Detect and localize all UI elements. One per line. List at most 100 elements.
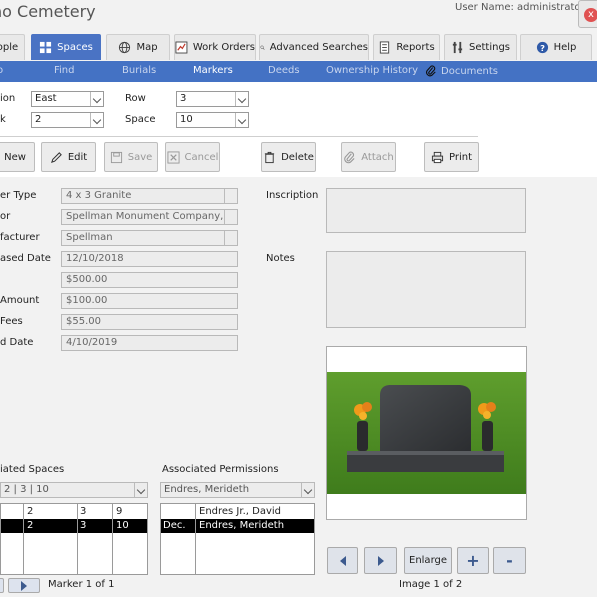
block-value: 2 — [35, 114, 42, 125]
next-record-button[interactable] — [8, 578, 40, 593]
subnav-item-documents[interactable]: Documents — [425, 65, 498, 77]
next-image-button[interactable] — [364, 547, 397, 574]
delete-label: Delete — [281, 151, 314, 163]
trash-icon — [264, 151, 275, 163]
floppy-icon — [110, 151, 122, 163]
subnav-item-find[interactable]: Find — [54, 65, 75, 76]
row-select[interactable]: 3 — [176, 91, 249, 107]
grid-divider — [23, 504, 24, 574]
subnav-item-burials[interactable]: Burials — [122, 65, 156, 76]
globe-icon — [119, 41, 131, 54]
fees-field[interactable]: $55.00 — [61, 314, 238, 330]
marker-type-value: 4 x 3 Granite — [66, 190, 132, 201]
block-label: k — [0, 114, 6, 125]
associated-permissions-select[interactable]: Endres, Merideth — [160, 482, 315, 498]
inscription-textarea[interactable] — [326, 188, 526, 233]
svg-text:?: ? — [540, 43, 545, 53]
chevron-down-icon — [235, 113, 248, 127]
cancel-label: Cancel — [184, 151, 219, 163]
print-label: Print — [448, 151, 472, 163]
tab-label: Spaces — [57, 42, 93, 53]
associated-permissions-value: Endres, Merideth — [164, 484, 250, 495]
subnav-item-info[interactable]: o — [0, 65, 3, 76]
add-image-button[interactable]: + — [457, 547, 489, 574]
notes-label: Notes — [266, 253, 295, 264]
help-icon: ? — [536, 41, 548, 54]
cancel-button[interactable]: Cancel — [165, 142, 220, 172]
edit-button[interactable]: Edit — [41, 142, 96, 172]
edit-label: Edit — [67, 151, 88, 163]
section-value: East — [35, 93, 57, 104]
marker-image — [326, 346, 527, 520]
attach-label: Attach — [361, 151, 394, 163]
tab-label: Help — [553, 42, 577, 53]
arrow-left-icon — [339, 555, 346, 566]
space-label: Space — [125, 114, 156, 125]
main-tab-bar: ople Spaces Map Work Orders Advanced Sea… — [0, 30, 597, 61]
table-cell: 3 — [80, 506, 87, 517]
new-button[interactable]: New — [0, 142, 35, 172]
associated-spaces-select[interactable]: 2 | 3 | 10 — [0, 482, 148, 498]
subnav-item-ownership-history[interactable]: Ownership History — [326, 65, 418, 76]
previous-record-button[interactable] — [0, 578, 4, 593]
save-button[interactable]: Save — [104, 142, 158, 172]
notes-textarea[interactable] — [326, 251, 526, 328]
space-select[interactable]: 10 — [176, 112, 249, 128]
block-select[interactable]: 2 — [31, 112, 104, 128]
user-name-label: User Name: administrator — [455, 2, 585, 13]
delete-button[interactable]: Delete — [261, 142, 316, 172]
amount-field[interactable]: $100.00 — [61, 293, 238, 309]
section-select[interactable]: East — [31, 91, 104, 107]
previous-image-button[interactable] — [327, 547, 358, 574]
associated-spaces-grid: 2 3 9 2 3 10 — [0, 503, 148, 575]
tab-settings[interactable]: Settings — [444, 34, 517, 60]
row-label: Row — [125, 93, 146, 104]
associated-permissions-label: Associated Permissions — [162, 464, 279, 475]
enlarge-button[interactable]: Enlarge — [404, 547, 452, 574]
table-cell: 10 — [116, 520, 129, 531]
vendor-select[interactable]: Spellman Monument Company, In — [61, 209, 238, 225]
arrow-right-icon — [377, 555, 384, 566]
attach-button[interactable]: Attach — [341, 142, 396, 172]
document-icon — [380, 41, 390, 54]
marker-type-label: er Type — [0, 190, 37, 201]
tab-label: ople — [0, 42, 19, 53]
associated-spaces-label: iated Spaces — [0, 464, 65, 475]
print-button[interactable]: Print — [424, 142, 479, 172]
image-counter: Image 1 of 2 — [399, 579, 463, 590]
table-cell: Dec. — [163, 520, 186, 531]
tab-map[interactable]: Map — [106, 34, 170, 60]
chart-icon — [175, 41, 188, 54]
tab-help[interactable]: ? Help — [520, 34, 592, 60]
grid-icon — [40, 41, 52, 54]
manufacturer-select[interactable]: Spellman — [61, 230, 238, 246]
subnav-item-deeds[interactable]: Deeds — [268, 65, 300, 76]
subnav-item-markers[interactable]: Markers — [193, 65, 233, 76]
tab-label: Reports — [396, 42, 435, 53]
tab-advanced-searches[interactable]: Advanced Searches — [259, 34, 369, 60]
table-cell: 2 — [27, 520, 34, 531]
headstone-photo — [327, 372, 526, 494]
paperclip-icon — [426, 65, 436, 77]
chevron-down-icon — [224, 189, 237, 203]
purchased-date-field[interactable]: 12/10/2018 — [61, 251, 238, 267]
remove-image-button[interactable]: - — [493, 547, 526, 574]
price-field[interactable]: $500.00 — [61, 272, 238, 288]
tab-label: Map — [136, 42, 158, 53]
grid-divider — [195, 504, 196, 574]
close-button[interactable]: x — [578, 0, 597, 28]
tab-reports[interactable]: Reports — [373, 34, 440, 60]
tab-spaces[interactable]: Spaces — [31, 34, 101, 60]
table-row[interactable]: Endres Jr., David — [161, 505, 314, 519]
table-cell: 9 — [116, 506, 123, 517]
close-icon — [167, 150, 180, 164]
app-title: no Cemetery — [0, 2, 96, 21]
search-icon — [260, 45, 265, 50]
marker-type-select[interactable]: 4 x 3 Granite — [61, 188, 238, 204]
tools-icon — [452, 41, 463, 54]
tab-work-orders[interactable]: Work Orders — [174, 34, 256, 60]
tab-people[interactable]: ople — [0, 34, 25, 60]
installed-date-field[interactable]: 4/10/2019 — [61, 335, 238, 351]
table-row[interactable]: Dec. Endres, Merideth — [161, 519, 314, 533]
manufacturer-label: facturer — [0, 232, 40, 243]
